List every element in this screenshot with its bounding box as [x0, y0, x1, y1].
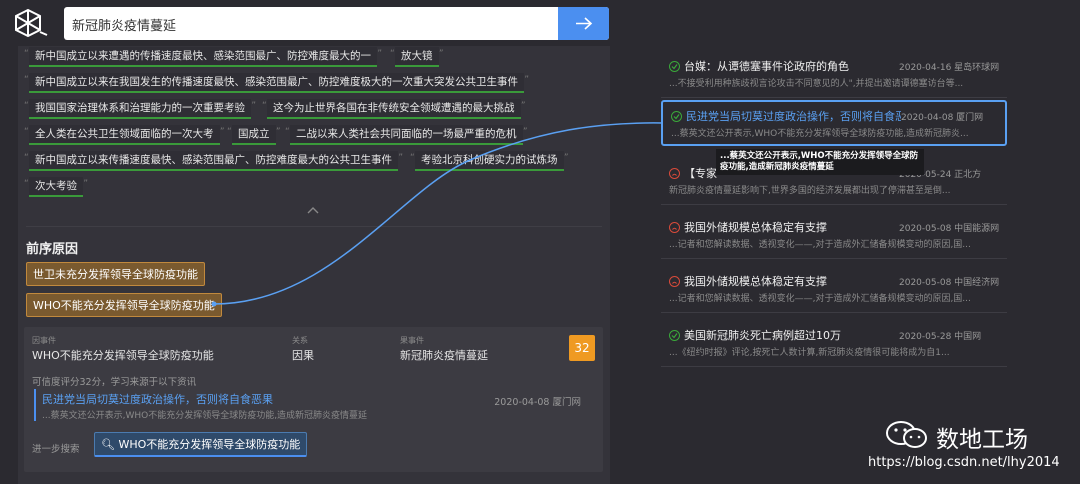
evidence-title[interactable]: 民进党当局切莫过度政治操作，否则将自食恶果: [42, 391, 273, 407]
arrow-right-icon: [576, 17, 593, 30]
news-item[interactable]: 我国外储规模总体稳定有支撑 2020-05-08 中国能源网 ...记者和您解读…: [661, 213, 1007, 259]
search-bar: 新冠肺炎疫情蔓延: [64, 7, 609, 40]
news-item[interactable]: 美国新冠肺炎死亡病例超过10万 2020-05-28 中国网 ...《纽约时报》…: [661, 321, 1007, 367]
credibility-note: 可信度评分32分，学习来源于以下资讯: [32, 377, 197, 388]
section-title: 前序原因: [26, 242, 79, 257]
tag-chip[interactable]: 国成立: [227, 123, 280, 145]
tag-chip[interactable]: 二战以来人类社会共同面临的一场最严重的危机: [285, 123, 527, 145]
further-search-button[interactable]: 🔍︎ WHO不能充分发挥领导全球防疫功能: [94, 432, 308, 457]
watermark-url: https://blog.csdn.net/lhy2014: [868, 455, 1060, 470]
tag-chip[interactable]: 这今为止世界各国在非传统安全领域遭遇的最大挑战: [262, 97, 525, 119]
tag-chip[interactable]: 次大考验: [24, 175, 88, 197]
news-snippet: ...记者和您解读数据、透视变化——,对于造成外汇储备规模变动的原因,国...: [669, 294, 971, 304]
tag-chip[interactable]: 新中国成立以来在我国发生的传播速度最快、感染范围最广、防控难度极大的一次重大突发…: [24, 71, 529, 93]
tag-chip[interactable]: 新中国成立以来传播速度最快、感染范围最广、防控难度最大的公共卫生事件: [24, 149, 403, 171]
search-button[interactable]: [558, 7, 609, 40]
effect-label: 果事件: [400, 336, 424, 345]
watermark: 数地工场: [884, 418, 1074, 453]
tag-chip[interactable]: 新中国成立以来遭遇的传播速度最快、感染范围最广、防控难度最大的一: [24, 45, 382, 67]
news-snippet: ...记者和您解读数据、透视变化——,对于造成外汇储备规模变动的原因,国...: [669, 240, 971, 250]
cause-tag-selected[interactable]: WHO不能充分发挥领导全球防疫功能: [26, 293, 222, 317]
news-title: 台媒：从谭德塞事件论政府的角色: [684, 60, 849, 73]
effect-value: 新冠肺炎疫情蔓延: [400, 349, 488, 362]
tag-chip[interactable]: 放大镜: [390, 45, 443, 67]
news-item-selected[interactable]: 民进党当局切莫过度政治操作，否则将自食恶果 2020-04-08 厦门网 ...…: [661, 100, 1007, 146]
news-snippet: ...不接受利用种族歧视言论攻击不同意见的人",并提出邀请谭德塞访台等...: [669, 79, 964, 89]
tooltip: ...蔡英文还公开表示,WHO不能充分发挥领导全球防疫功能,造成新冠肺炎疫情蔓延: [716, 149, 924, 175]
cause-value: WHO不能充分发挥领导全球防疫功能: [32, 349, 214, 362]
evidence-date: 2020-04-08 厦门网: [494, 397, 581, 408]
relation-card: 因事件 WHO不能充分发挥领导全球防疫功能 关系 因果 果事件 新冠肺炎疫情蔓延…: [24, 327, 603, 472]
tag-chip[interactable]: 考验北京科创硬实力的试炼场: [410, 149, 568, 171]
news-title: 【专家: [684, 167, 717, 180]
news-title: 我国外储规模总体稳定有支撑: [684, 275, 827, 288]
chevron-up-icon[interactable]: [307, 206, 319, 214]
logo-icon: [15, 8, 48, 38]
news-item[interactable]: 台媒：从谭德塞事件论政府的角色 2020-04-16 星岛环球网 ...不接受利…: [661, 52, 1007, 98]
check-icon: [669, 61, 680, 72]
search-input[interactable]: 新冠肺炎疫情蔓延: [72, 15, 176, 34]
dislike-icon: [669, 168, 680, 179]
cause-tag[interactable]: 世卫未充分发挥领导全球防疫功能: [26, 262, 205, 286]
relation-label: 关系: [292, 336, 308, 345]
evidence-item[interactable]: 民进党当局切莫过度政治操作，否则将自食恶果 2020-04-08 厦门网 ...…: [34, 389, 589, 421]
news-date: 2020-05-28 中国网: [899, 332, 982, 342]
event-panel: 新中国成立以来遭遇的传播速度最快、感染范围最广、防控难度最大的一 放大镜 新中国…: [18, 45, 610, 484]
news-item[interactable]: 我国外储规模总体稳定有支撑 2020-05-08 中国经济网 ...记者和您解读…: [661, 267, 1007, 313]
news-title: 我国外储规模总体稳定有支撑: [684, 221, 827, 234]
cause-label: 因事件: [32, 336, 56, 345]
tag-chip[interactable]: 全人类在公共卫生领域面临的一次大考: [24, 123, 224, 145]
relation-value: 因果: [292, 349, 314, 362]
watermark-brand: 数地工场: [936, 427, 1028, 453]
divider: [26, 226, 602, 227]
news-title: 民进党当局切莫过度政治操作，否则将自食恶果: [686, 110, 901, 123]
news-snippet: ...《纽约时报》评论,按死亡人数计算,新冠肺炎疫情很可能将成为自1...: [669, 348, 950, 358]
news-date: 2020-04-08 厦门网: [901, 113, 984, 123]
dislike-icon: [669, 276, 680, 287]
check-icon: [671, 111, 682, 122]
search-icon: 🔍︎: [101, 438, 115, 451]
news-title: 美国新冠肺炎死亡病例超过10万: [684, 329, 841, 342]
tag-chip[interactable]: 我国国家治理体系和治理能力的一次重要考验: [24, 97, 256, 119]
wechat-icon: [886, 421, 927, 448]
news-date: 2020-05-08 中国能源网: [899, 224, 1000, 234]
further-search-label: 进一步搜索: [32, 444, 80, 455]
check-icon: [669, 330, 680, 341]
score-badge: 32: [569, 335, 595, 361]
news-snippet: ...蔡英文还公开表示,WHO不能充分发挥领导全球防疫功能,造成新冠肺炎...: [671, 129, 969, 139]
news-snippet: 新冠肺炎疫情蔓延影响下,世界多国的经济发展都出现了停滞甚至是倒...: [669, 186, 951, 196]
top-bar: 新冠肺炎疫情蔓延: [0, 0, 1080, 46]
evidence-snippet: ...蔡英文还公开表示,WHO不能充分发挥领导全球防疫功能,造成新冠肺炎疫情蔓延: [42, 411, 368, 421]
news-date: 2020-04-16 星岛环球网: [899, 63, 1000, 73]
news-date: 2020-05-08 中国经济网: [899, 278, 1000, 288]
further-search-text: WHO不能充分发挥领导全球防疫功能: [118, 438, 301, 451]
dislike-icon: [669, 222, 680, 233]
